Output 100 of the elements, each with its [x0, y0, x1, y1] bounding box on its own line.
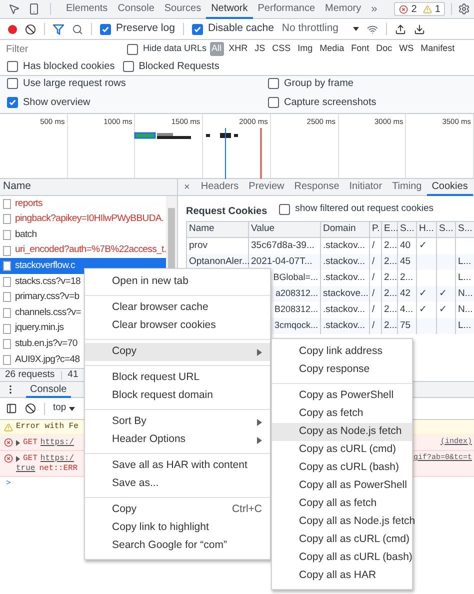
menu-item[interactable]: Copy Ctrl+C [85, 501, 270, 519]
type-filter[interactable]: JS [252, 42, 268, 56]
column-header[interactable]: E... [384, 222, 398, 237]
type-filter[interactable]: Manifest [418, 42, 457, 56]
menu-item[interactable]: Block request domain [85, 387, 270, 405]
type-filter[interactable]: Doc [374, 42, 394, 56]
panel-tab[interactable]: Console [112, 0, 160, 18]
detail-tab[interactable]: Timing [387, 178, 427, 196]
table-cell-text: 2... [384, 302, 398, 317]
menu-item[interactable]: Copy all as PowerShell [272, 477, 412, 495]
error-count: 2 [411, 2, 417, 16]
console-prompt[interactable]: > [6, 478, 11, 490]
table-cell-text: / [372, 238, 375, 253]
request-method: GET [23, 436, 38, 448]
context-select[interactable]: top [53, 401, 76, 416]
table-cell-text: 3cmqock... [274, 319, 318, 332]
panel-tab[interactable]: Network [206, 0, 253, 18]
checkbox-label: Capture screenshots [284, 96, 376, 110]
column-header[interactable]: S... [458, 222, 472, 237]
checkbox-label: Use large request rows [23, 77, 126, 92]
table-cell-text: 2... [384, 270, 398, 285]
table-cell-text: 42 [400, 286, 411, 301]
menu-item[interactable]: Copy link address [272, 343, 412, 361]
menu-item[interactable]: Copy as cURL (cmd) [272, 441, 412, 459]
menu-item[interactable]: Copy all as fetch [272, 495, 412, 513]
panel-tab[interactable]: Memory [320, 0, 366, 18]
drawer-tab[interactable]: Console [26, 382, 71, 398]
menu-item[interactable]: Copy as cURL (bash) [272, 459, 412, 477]
panel-tab[interactable]: Sources [159, 0, 206, 18]
menu-item[interactable]: Save as... [85, 475, 270, 493]
table-cell-text: 2... [384, 238, 398, 253]
menu-item[interactable]: Copy all as cURL (cmd) [272, 531, 412, 549]
issues-counter[interactable]: 2 1 [394, 2, 446, 16]
detail-tab[interactable]: Cookies [426, 178, 473, 196]
column-header[interactable]: Name [3, 179, 32, 195]
detail-tab[interactable]: Preview [244, 178, 290, 196]
menu-item[interactable]: Copy as fetch [272, 405, 412, 423]
request-method: GET [23, 452, 38, 464]
section-title: Request Cookies [186, 204, 268, 218]
checkbox-label: Group by frame [284, 77, 354, 92]
throttling-select[interactable]: No throttling [282, 21, 359, 37]
detail-tab[interactable]: Initiator [344, 178, 388, 196]
menu-item[interactable]: Copy [85, 343, 270, 361]
column-header[interactable]: Domain [323, 222, 356, 237]
menu-item[interactable]: Copy response [272, 361, 412, 379]
table-cell-text: / [372, 286, 375, 301]
table-cell-text: B208312... [274, 303, 318, 316]
warning-message: Error with Fe [16, 421, 78, 433]
table-cell-text: .stackov... [323, 318, 366, 333]
url-link[interactable]: true [16, 463, 36, 475]
table-cell-text: prov [189, 238, 208, 253]
menu-item[interactable]: Header Options [85, 431, 270, 449]
table-cell-text: 2... [400, 270, 414, 285]
panel-tab[interactable]: Elements [61, 0, 113, 18]
menu-item[interactable]: Copy all as HAR [272, 567, 412, 585]
menu-item[interactable]: Clear browser cookies [85, 317, 270, 335]
menu-item[interactable]: Copy all as cURL (bash) [272, 549, 412, 567]
table-cell-text: ✓ [419, 286, 427, 301]
detail-tab[interactable]: Response [289, 178, 344, 196]
column-header[interactable]: H... [419, 222, 434, 237]
table-cell-text: N... [458, 302, 473, 317]
more-tabs-button[interactable]: » [366, 0, 382, 18]
menu-item[interactable]: Copy as Node.js fetch [272, 423, 412, 441]
menu-item[interactable]: Copy link to highlight [85, 519, 270, 537]
table-cell-text: .stackov... [323, 238, 366, 253]
table-row[interactable]: OptanonAler...2021-04-07T... .stackov... / 2... 45 L... [187, 254, 474, 270]
menu-item[interactable]: Copy all as Node.js fetch [272, 513, 412, 531]
menu-item[interactable]: Save all as HAR with content [85, 457, 270, 475]
url-link[interactable]: https:/ [40, 452, 74, 464]
request-row[interactable]: uri_encoded?auth=%7B%22access_t. [0, 242, 166, 258]
type-filter[interactable]: CSS [270, 42, 293, 56]
request-row[interactable]: reports [0, 196, 166, 212]
request-row[interactable]: batch [0, 227, 166, 243]
column-header[interactable]: S... [439, 222, 454, 237]
column-header[interactable]: Name [189, 222, 214, 237]
menu-item[interactable]: Clear browser cache [85, 299, 270, 317]
menu-item[interactable]: Open in new tab [85, 273, 270, 291]
menu-item[interactable]: Copy as PowerShell [272, 387, 412, 405]
table-cell-text: L... [458, 270, 472, 285]
menu-item[interactable]: Search Google for “com” [85, 537, 270, 555]
type-filter[interactable]: Img [296, 42, 315, 56]
table-cell-text: ✓ [439, 286, 447, 301]
menu-item[interactable]: Block request URL [85, 369, 270, 387]
close-button[interactable]: × [178, 180, 196, 194]
table-cell-text: ✓ [419, 302, 427, 317]
transfer-size: 41 [68, 368, 78, 382]
column-header[interactable]: P. [372, 222, 380, 237]
column-header[interactable]: Value [251, 222, 275, 237]
table-cell-text: L... [458, 318, 472, 333]
detail-tab[interactable]: Headers [196, 178, 244, 196]
panel-tab[interactable]: Performance [252, 0, 320, 18]
request-row[interactable]: pingback?apikey=I0HIlwPWyBBUDA. [0, 212, 166, 228]
checkbox-label: Blocked Requests [138, 60, 220, 74]
type-filter[interactable]: Media [318, 42, 346, 56]
type-filter[interactable]: XHR [226, 42, 250, 56]
menu-item[interactable]: Sort By [85, 413, 270, 431]
type-filter[interactable]: WS [397, 42, 416, 56]
url-link[interactable]: https:/ [40, 436, 74, 448]
column-header[interactable]: S... [400, 222, 414, 237]
type-filter[interactable]: Font [349, 42, 372, 56]
